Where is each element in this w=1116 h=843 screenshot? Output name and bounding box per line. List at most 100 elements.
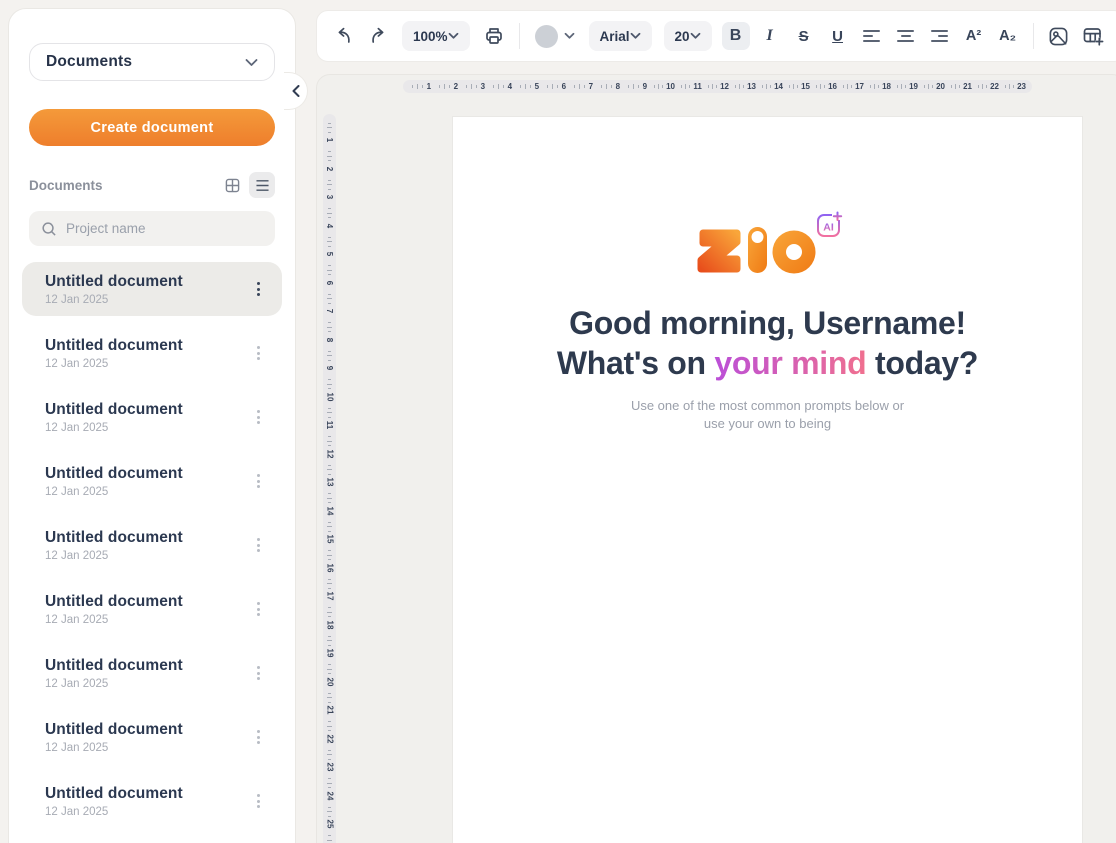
document-list-item[interactable]: Untitled document 12 Jan 2025 bbox=[22, 454, 282, 508]
image-icon bbox=[1048, 26, 1069, 47]
align-right-icon bbox=[931, 30, 948, 42]
document-item-text: Untitled document 12 Jan 2025 bbox=[45, 785, 251, 818]
list-view-button[interactable] bbox=[249, 172, 275, 198]
greeting-line2-after: today? bbox=[866, 345, 978, 381]
document-list-header: Documents bbox=[29, 172, 275, 198]
subscript-button[interactable]: A₂ bbox=[994, 22, 1022, 50]
document-list-item[interactable]: Untitled document 12 Jan 2025 bbox=[22, 326, 282, 380]
kebab-menu-icon[interactable] bbox=[251, 276, 266, 302]
document-item-text: Untitled document 12 Jan 2025 bbox=[45, 337, 251, 370]
align-left-button[interactable] bbox=[858, 22, 886, 50]
chevron-left-icon bbox=[292, 85, 300, 97]
font-size-value: 20 bbox=[675, 29, 690, 44]
italic-button[interactable]: I bbox=[756, 22, 784, 50]
align-right-button[interactable] bbox=[926, 22, 954, 50]
document-list-item[interactable]: Untitled document 12 Jan 2025 bbox=[22, 710, 282, 764]
document-list-item[interactable]: Untitled document 12 Jan 2025 bbox=[22, 262, 282, 316]
text-color-picker[interactable] bbox=[531, 25, 579, 48]
font-family-dropdown[interactable]: Arial bbox=[589, 21, 652, 51]
document-list-item[interactable]: Untitled document 12 Jan 2025 bbox=[22, 518, 282, 572]
zoom-level-value: 100% bbox=[413, 29, 448, 44]
grid-view-button[interactable] bbox=[219, 172, 245, 198]
document-title: Untitled document bbox=[45, 657, 251, 675]
kebab-menu-icon[interactable] bbox=[251, 724, 266, 750]
kebab-menu-icon[interactable] bbox=[251, 340, 266, 366]
redo-button[interactable] bbox=[364, 22, 392, 50]
superscript-button[interactable]: A² bbox=[960, 22, 988, 50]
document-list-item[interactable]: Untitled document 12 Jan 2025 bbox=[22, 390, 282, 444]
redo-icon bbox=[368, 26, 388, 46]
font-family-value: Arial bbox=[600, 29, 630, 44]
search-icon bbox=[41, 221, 57, 237]
chevron-down-icon bbox=[690, 32, 701, 40]
zoom-level-dropdown[interactable]: 100% bbox=[402, 21, 470, 51]
underline-button[interactable]: U bbox=[824, 22, 852, 50]
sidebar-collapse-button[interactable] bbox=[284, 72, 308, 110]
align-left-icon bbox=[863, 30, 880, 42]
document-list-item[interactable]: Untitled document 12 Jan 2025 bbox=[22, 646, 282, 700]
document-title: Untitled document bbox=[45, 721, 251, 739]
document-page[interactable]: AI Good morning, Username! What's on you… bbox=[452, 116, 1083, 843]
document-item-text: Untitled document 12 Jan 2025 bbox=[45, 721, 251, 754]
collection-selector-dropdown[interactable]: Documents bbox=[29, 43, 275, 81]
list-view-icon bbox=[255, 179, 270, 192]
document-date: 12 Jan 2025 bbox=[45, 678, 251, 690]
greeting-line1: Good morning, Username! bbox=[569, 305, 966, 341]
align-center-icon bbox=[897, 30, 914, 42]
kebab-menu-icon[interactable] bbox=[251, 404, 266, 430]
comment-button[interactable] bbox=[1113, 22, 1116, 50]
kebab-menu-icon[interactable] bbox=[251, 660, 266, 686]
document-title: Untitled document bbox=[45, 401, 251, 419]
toolbar-divider bbox=[1033, 23, 1034, 49]
grid-view-icon bbox=[225, 178, 240, 193]
greeting-subtitle: Use one of the most common prompts below… bbox=[453, 397, 1082, 433]
document-date: 12 Jan 2025 bbox=[45, 294, 251, 306]
toolbar-divider bbox=[519, 23, 520, 49]
document-list: Untitled document 12 Jan 2025 Untitled d… bbox=[9, 262, 295, 828]
font-size-dropdown[interactable]: 20 bbox=[664, 21, 712, 51]
document-date: 12 Jan 2025 bbox=[45, 422, 251, 434]
print-button[interactable] bbox=[480, 22, 508, 50]
search-input[interactable] bbox=[66, 221, 263, 236]
document-item-text: Untitled document 12 Jan 2025 bbox=[45, 529, 251, 562]
horizontal-ruler: 1234567891011121314151617181920212223 bbox=[403, 80, 1032, 93]
editor-workspace: 1234567891011121314151617181920212223 12… bbox=[316, 74, 1116, 843]
kebab-menu-icon[interactable] bbox=[251, 532, 266, 558]
documents-sidebar: Documents Create document Documents bbox=[8, 8, 296, 843]
document-date: 12 Jan 2025 bbox=[45, 358, 251, 370]
greeting-heading: Good morning, Username! What's on your m… bbox=[453, 303, 1082, 383]
insert-image-button[interactable] bbox=[1045, 22, 1073, 50]
chevron-down-icon bbox=[448, 32, 459, 40]
create-document-button[interactable]: Create document bbox=[29, 109, 275, 146]
document-title: Untitled document bbox=[45, 337, 251, 355]
bold-button[interactable]: B bbox=[722, 22, 750, 50]
printer-icon bbox=[484, 26, 504, 46]
document-list-item[interactable]: Untitled document 12 Jan 2025 bbox=[22, 582, 282, 636]
document-date: 12 Jan 2025 bbox=[45, 614, 251, 626]
undo-icon bbox=[334, 26, 354, 46]
align-center-button[interactable] bbox=[892, 22, 920, 50]
document-item-text: Untitled document 12 Jan 2025 bbox=[45, 465, 251, 498]
document-item-text: Untitled document 12 Jan 2025 bbox=[45, 273, 251, 306]
undo-button[interactable] bbox=[330, 22, 358, 50]
document-title: Untitled document bbox=[45, 529, 251, 547]
kebab-menu-icon[interactable] bbox=[251, 596, 266, 622]
document-item-text: Untitled document 12 Jan 2025 bbox=[45, 593, 251, 626]
table-add-icon bbox=[1082, 25, 1104, 47]
zio-logo: AI bbox=[453, 211, 1082, 277]
vertical-ruler: 1234567891011121314151617181920212223242… bbox=[323, 114, 336, 843]
kebab-menu-icon[interactable] bbox=[251, 468, 266, 494]
insert-table-button[interactable] bbox=[1079, 22, 1107, 50]
strikethrough-button[interactable]: S bbox=[790, 22, 818, 50]
project-search-field[interactable] bbox=[29, 211, 275, 246]
chevron-down-icon bbox=[630, 32, 641, 40]
document-date: 12 Jan 2025 bbox=[45, 806, 251, 818]
document-list-item[interactable]: Untitled document 12 Jan 2025 bbox=[22, 774, 282, 828]
zio-logo-icon: AI bbox=[693, 211, 843, 277]
document-item-text: Untitled document 12 Jan 2025 bbox=[45, 401, 251, 434]
document-date: 12 Jan 2025 bbox=[45, 742, 251, 754]
kebab-menu-icon[interactable] bbox=[251, 788, 266, 814]
logo-badge-text: AI bbox=[823, 222, 834, 234]
document-list-title: Documents bbox=[29, 178, 219, 193]
subtitle-line1: Use one of the most common prompts below… bbox=[631, 398, 904, 413]
